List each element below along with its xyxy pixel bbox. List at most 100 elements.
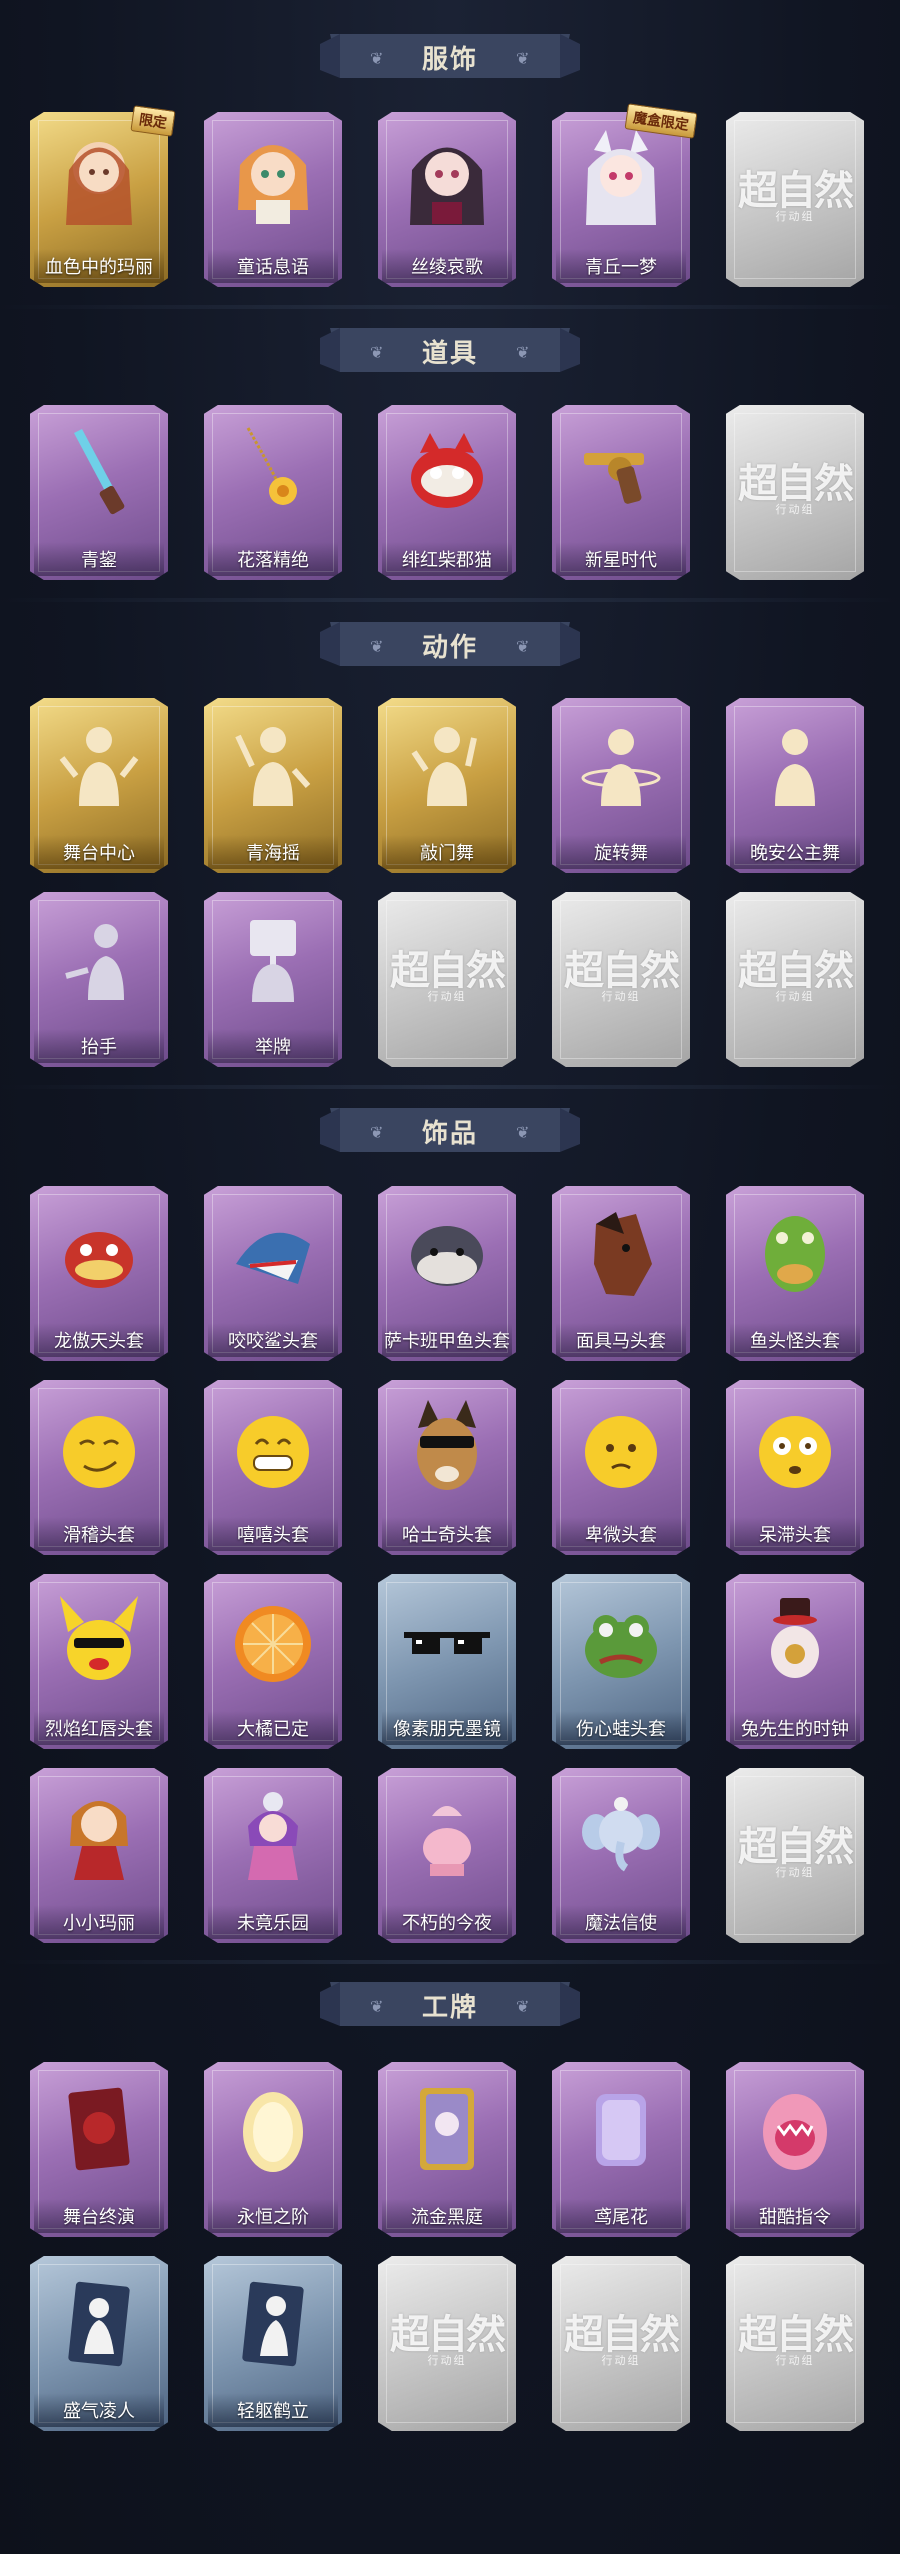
reward-item[interactable]: 龙傲天头套: [30, 1186, 168, 1361]
reward-item[interactable]: 花落精绝: [204, 405, 342, 580]
locked-item-placeholder[interactable]: 超自然 行动组: [726, 112, 864, 287]
locked-item-placeholder[interactable]: 超自然 行动组: [378, 892, 516, 1067]
item-label: 像素朋克墨镜: [393, 1719, 501, 1739]
item-card: 哈士奇头套: [378, 1380, 516, 1555]
reward-item[interactable]: 面具马头套: [552, 1186, 690, 1361]
locked-item-placeholder[interactable]: 超自然 行动组: [378, 2256, 516, 2431]
reward-item[interactable]: 丝绫哀歌: [378, 112, 516, 287]
reward-item[interactable]: 哈士奇头套: [378, 1380, 516, 1555]
item-label: 举牌: [255, 1037, 291, 1057]
item-label: 童话息语: [237, 257, 309, 277]
reward-item[interactable]: 永恒之阶: [204, 2062, 342, 2237]
item-label: 绯红柴郡猫: [402, 550, 492, 570]
silhouette-card-badge-icon: [68, 2281, 130, 2367]
dazed-emoji-icon: [759, 1416, 831, 1488]
reward-item[interactable]: 不朽的今夜: [378, 1768, 516, 1943]
locked-item-placeholder[interactable]: 超自然 行动组: [552, 892, 690, 1067]
item-card: 滑稽头套: [30, 1380, 168, 1555]
reward-item[interactable]: 鸢尾花: [552, 2062, 690, 2237]
item-label: 抬手: [81, 1037, 117, 1057]
reward-item[interactable]: 滑稽头套: [30, 1380, 168, 1555]
item-card: 盛气凌人: [30, 2256, 168, 2431]
reward-item[interactable]: 萨卡班甲鱼头套: [378, 1186, 516, 1361]
reward-item[interactable]: 抬手: [30, 892, 168, 1067]
iris-badge-icon: [596, 2094, 646, 2166]
reward-item[interactable]: 烈焰红唇头套: [30, 1574, 168, 1749]
reward-item[interactable]: 青鋆: [30, 405, 168, 580]
section-title: 道具: [421, 338, 478, 368]
item-label: 旋转舞: [594, 843, 648, 863]
item-card: 烈焰红唇头套: [30, 1574, 168, 1749]
locked-item-placeholder[interactable]: 超自然 行动组: [726, 892, 864, 1067]
reward-item[interactable]: 魔法信使: [552, 1768, 690, 1943]
reward-item[interactable]: 像素朋克墨镜: [378, 1574, 516, 1749]
item-card: 不朽的今夜: [378, 1768, 516, 1943]
item-card: 血色中的玛丽: [30, 112, 168, 287]
reward-item[interactable]: 新星时代: [552, 405, 690, 580]
reward-item[interactable]: 呆滞头套: [726, 1380, 864, 1555]
item-label: 鸢尾花: [594, 2207, 648, 2227]
reward-item[interactable]: 轻躯鹤立: [204, 2256, 342, 2431]
reward-item[interactable]: 未竟乐园: [204, 1768, 342, 1943]
item-card: 鱼头怪头套: [726, 1186, 864, 1361]
locked-item-placeholder[interactable]: 超自然 行动组: [726, 405, 864, 580]
item-label: 晚安公主舞: [750, 843, 840, 863]
reward-item[interactable]: 举牌: [204, 892, 342, 1067]
reward-item[interactable]: 绯红柴郡猫: [378, 405, 516, 580]
orange-slice-icon: [235, 1606, 311, 1682]
item-card: 像素朋克墨镜: [378, 1574, 516, 1749]
placeholder-subtitle: 行动组: [775, 991, 815, 1003]
red-card-badge-icon: [68, 2087, 130, 2171]
reward-item[interactable]: 兔先生的时钟: [726, 1574, 864, 1749]
item-card: 旋转舞: [552, 698, 690, 873]
reward-item[interactable]: 咬咬鲨头套: [204, 1186, 342, 1361]
locked-item-placeholder[interactable]: 超自然 行动组: [552, 2256, 690, 2431]
item-label: 未竟乐园: [237, 1913, 309, 1933]
section-banner: ❦ ❦ 工牌: [320, 1978, 580, 2030]
item-card: 萨卡班甲鱼头套: [378, 1186, 516, 1361]
flower-pendant-icon: [246, 427, 297, 505]
reward-item[interactable]: 敲门舞: [378, 698, 516, 873]
item-card: 超自然 行动组: [726, 112, 864, 287]
reward-item[interactable]: 小小玛丽: [30, 1768, 168, 1943]
item-card: 超自然 行动组: [726, 1768, 864, 1943]
section-banner: ❦ ❦ 道具: [320, 324, 580, 376]
item-label: 鱼头怪头套: [750, 1331, 840, 1351]
item-card: 呆滞头套: [726, 1380, 864, 1555]
item-card: 咬咬鲨头套: [204, 1186, 342, 1361]
section-banner: ❦ ❦ 动作: [320, 618, 580, 670]
item-label: 嘻嘻头套: [237, 1525, 309, 1545]
reward-item[interactable]: 盛气凌人: [30, 2256, 168, 2431]
sad-frog-head-icon: [585, 1615, 657, 1678]
reward-item[interactable]: 青丘一梦 魔盒限定: [552, 103, 698, 287]
item-label: 流金黑庭: [411, 2207, 483, 2227]
reward-item[interactable]: 甜酷指令: [726, 2062, 864, 2237]
reward-item[interactable]: 舞台中心: [30, 698, 168, 873]
reward-item[interactable]: 伤心蛙头套: [552, 1574, 690, 1749]
locked-item-placeholder[interactable]: 超自然 行动组: [726, 2256, 864, 2431]
reward-item[interactable]: 大橘已定: [204, 1574, 342, 1749]
section-title: 饰品: [421, 1118, 478, 1148]
reward-item[interactable]: 鱼头怪头套: [726, 1186, 864, 1361]
item-card: 超自然 行动组: [726, 405, 864, 580]
reward-item[interactable]: 童话息语: [204, 112, 342, 287]
item-card: 超自然 行动组: [552, 2256, 690, 2431]
reward-item[interactable]: 晚安公主舞: [726, 698, 864, 873]
item-label: 呆滞头套: [759, 1525, 831, 1545]
revolver-icon: [584, 453, 644, 504]
reward-item[interactable]: 青海摇: [204, 698, 342, 873]
red-cat-icon: [411, 433, 483, 508]
reward-item[interactable]: 嘻嘻头套: [204, 1380, 342, 1555]
reward-item[interactable]: 流金黑庭: [378, 2062, 516, 2237]
reward-item[interactable]: 血色中的玛丽 限定: [30, 105, 176, 287]
item-card: 超自然 行动组: [726, 892, 864, 1067]
item-card: 小小玛丽: [30, 1768, 168, 1943]
reward-item[interactable]: 舞台终演: [30, 2062, 168, 2237]
item-card: 兔先生的时钟: [726, 1574, 864, 1749]
item-label: 哈士奇头套: [402, 1525, 492, 1545]
reward-item[interactable]: 旋转舞: [552, 698, 690, 873]
locked-item-placeholder[interactable]: 超自然 行动组: [726, 1768, 864, 1943]
character-portrait-icon: [586, 130, 656, 225]
reward-item[interactable]: 卑微头套: [552, 1380, 690, 1555]
item-card: 丝绫哀歌: [378, 112, 516, 287]
